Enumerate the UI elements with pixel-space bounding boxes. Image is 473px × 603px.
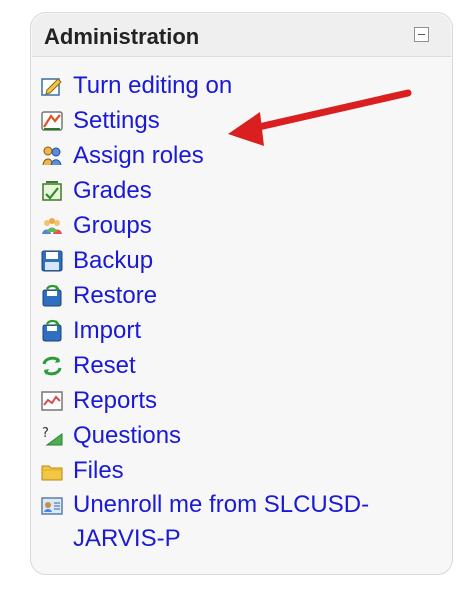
- menu-item-import[interactable]: Import: [40, 313, 440, 348]
- menu-item-label[interactable]: Settings: [73, 104, 160, 138]
- edit-icon: [41, 77, 62, 96]
- menu-item-turn-editing-on[interactable]: Turn editing on: [40, 68, 440, 103]
- block-title: Administration: [44, 24, 200, 49]
- menu-item-label[interactable]: Files: [73, 454, 124, 488]
- menu-item-grades[interactable]: Grades: [40, 173, 440, 208]
- menu-item-unenroll[interactable]: Unenroll me from SLCUSD-JARVIS-P: [40, 488, 440, 558]
- menu-item-restore[interactable]: Restore: [40, 278, 440, 313]
- grades-icon: [42, 180, 62, 201]
- questions-icon: ?: [42, 426, 63, 445]
- menu-item-label[interactable]: Assign roles: [73, 139, 204, 173]
- menu-item-label[interactable]: Restore: [73, 279, 157, 313]
- menu-item-label[interactable]: Unenroll me from SLCUSD-JARVIS-P: [73, 488, 413, 556]
- menu-item-assign-roles[interactable]: Assign roles: [40, 138, 440, 173]
- files-icon: [41, 465, 63, 480]
- menu-item-reports[interactable]: Reports: [40, 383, 440, 418]
- menu-item-label[interactable]: Reset: [73, 349, 136, 383]
- svg-text:?: ?: [42, 426, 49, 441]
- page: Administration Turn editing on Settings: [0, 0, 473, 603]
- menu-item-label[interactable]: Questions: [73, 419, 181, 453]
- settings-icon: [41, 110, 63, 131]
- menu-item-files[interactable]: Files: [40, 453, 440, 488]
- menu-item-label[interactable]: Reports: [73, 384, 157, 418]
- groups-icon: [42, 217, 62, 234]
- backup-icon: [41, 250, 63, 271]
- admin-menu-list: Turn editing on Settings Assign roles Gr…: [40, 68, 440, 558]
- menu-item-label[interactable]: Turn editing on: [73, 69, 232, 103]
- roles-icon: [42, 146, 62, 165]
- unenroll-icon: [41, 497, 63, 515]
- reports-icon: [41, 390, 63, 411]
- menu-item-label[interactable]: Grades: [73, 174, 152, 208]
- restore-icon: [42, 284, 62, 306]
- menu-item-label[interactable]: Import: [73, 314, 141, 348]
- menu-item-settings[interactable]: Settings: [40, 103, 440, 138]
- menu-item-reset[interactable]: Reset: [40, 348, 440, 383]
- block-header: Administration: [32, 14, 451, 57]
- menu-item-label[interactable]: Groups: [73, 209, 152, 243]
- reset-icon: [42, 356, 62, 375]
- menu-item-questions[interactable]: ? Questions: [40, 418, 440, 453]
- collapse-button[interactable]: [414, 27, 429, 42]
- menu-item-label[interactable]: Backup: [73, 244, 153, 278]
- menu-item-groups[interactable]: Groups: [40, 208, 440, 243]
- import-icon: [42, 319, 62, 341]
- menu-item-backup[interactable]: Backup: [40, 243, 440, 278]
